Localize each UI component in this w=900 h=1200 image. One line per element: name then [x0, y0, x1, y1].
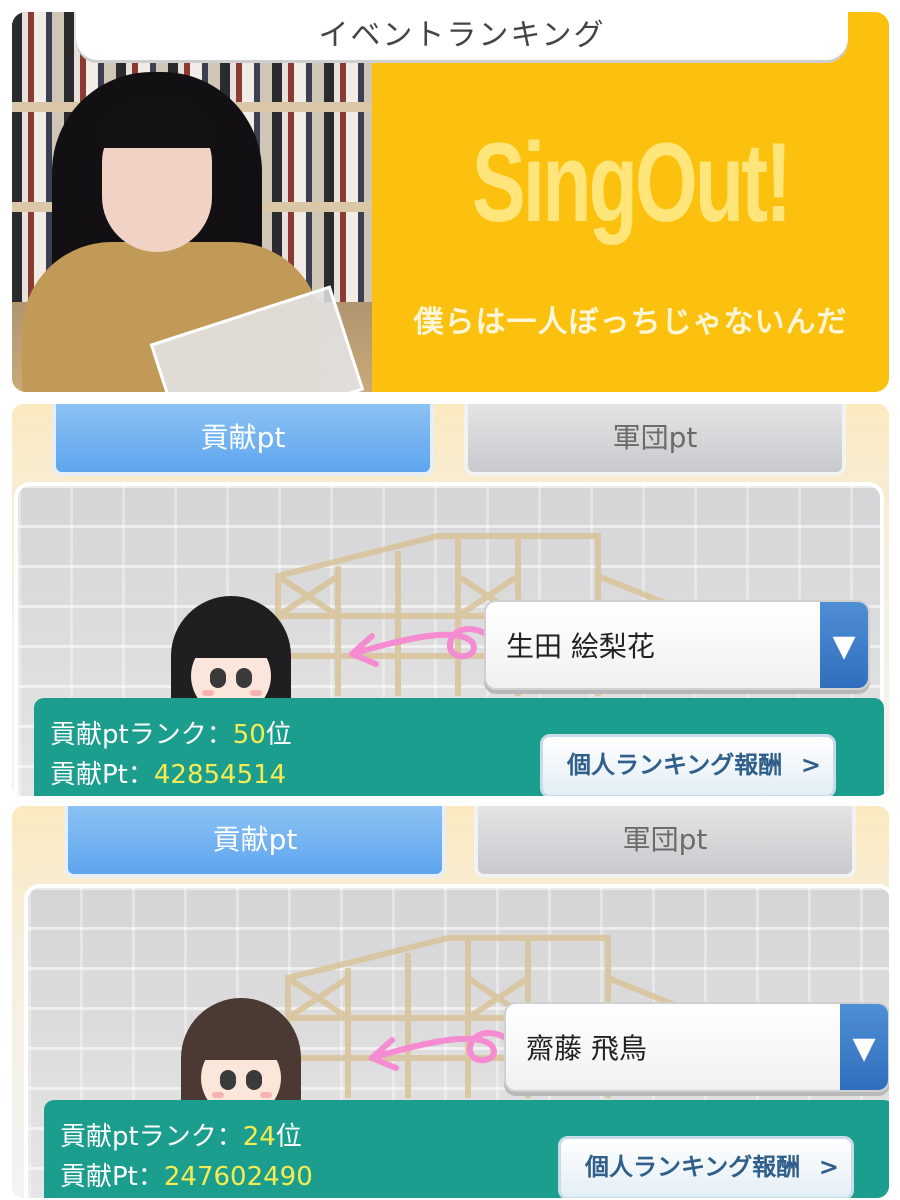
chevron-right-icon: >	[800, 751, 821, 779]
ranking-panel: 貢献pt 軍団pt	[12, 806, 889, 1198]
tab-team-pt[interactable]: 軍団pt	[464, 404, 846, 476]
page-title: イベントランキング	[318, 18, 606, 53]
event-banner: SingOut! 僕らは一人ぼっちじゃないんだ イベントランキング	[12, 12, 889, 392]
tab-contribution-pt[interactable]: 貢献pt	[64, 806, 446, 878]
reward-button-label: 個人ランキング報酬	[567, 751, 783, 779]
ranking-info-bar: 貢献ptランク：50位 貢献Pt：42854514 個人ランキング報酬 >	[34, 698, 884, 796]
tab-contribution-pt[interactable]: 貢献pt	[52, 404, 434, 476]
banner-photo	[12, 12, 372, 392]
chevron-right-icon: >	[818, 1153, 839, 1181]
contribution-rank-row: 貢献ptランク：50位	[50, 714, 292, 751]
contribution-rank-value: 50	[232, 720, 266, 750]
ranking-info-bar: 貢献ptランク：24位 貢献Pt：247602490 個人ランキング報酬 >	[44, 1100, 889, 1198]
contribution-points-row: 貢献Pt：247602490	[60, 1156, 313, 1193]
member-select[interactable]: 齋藤 飛鳥 ▼	[504, 1002, 889, 1092]
pink-arrow-icon	[349, 626, 500, 667]
reward-button-label: 個人ランキング報酬	[585, 1153, 801, 1181]
pink-arrow-icon	[369, 1030, 520, 1071]
personal-ranking-reward-button[interactable]: 個人ランキング報酬 >	[558, 1136, 854, 1198]
tab-team-pt[interactable]: 軍団pt	[474, 806, 856, 878]
contribution-points-row: 貢献Pt：42854514	[50, 754, 286, 791]
contribution-points-label: 貢献Pt：	[50, 760, 154, 790]
contribution-rank-label: 貢献ptランク：	[50, 720, 233, 750]
banner-title: SingOut!	[471, 120, 792, 245]
ranking-panel: 貢献pt 軍団pt	[12, 404, 889, 796]
banner-subtitle: 僕らは一人ぼっちじゃないんだ	[413, 305, 848, 340]
member-select[interactable]: 生田 絵梨花 ▼	[484, 600, 870, 690]
contribution-rank-suffix: 位	[275, 1122, 302, 1152]
personal-ranking-reward-button[interactable]: 個人ランキング報酬 >	[540, 734, 836, 796]
contribution-rank-row: 貢献ptランク：24位	[60, 1116, 302, 1153]
contribution-points-value: 247602490	[163, 1162, 313, 1192]
event-ranking-screen: SingOut! 僕らは一人ぼっちじゃないんだ イベントランキング 貢献pt 軍…	[0, 0, 900, 1200]
contribution-points-value: 42854514	[153, 760, 287, 790]
page-title-tab: イベントランキング	[76, 12, 848, 60]
dropdown-triangle-icon[interactable]: ▼	[820, 602, 868, 688]
contribution-rank-value: 24	[242, 1122, 276, 1152]
member-select-value: 生田 絵梨花	[506, 630, 655, 663]
contribution-points-label: 貢献Pt：	[60, 1162, 164, 1192]
contribution-rank-suffix: 位	[265, 720, 292, 750]
member-select-value: 齋藤 飛鳥	[526, 1032, 647, 1065]
contribution-rank-label: 貢献ptランク：	[60, 1122, 243, 1152]
dropdown-triangle-icon[interactable]: ▼	[840, 1004, 888, 1090]
